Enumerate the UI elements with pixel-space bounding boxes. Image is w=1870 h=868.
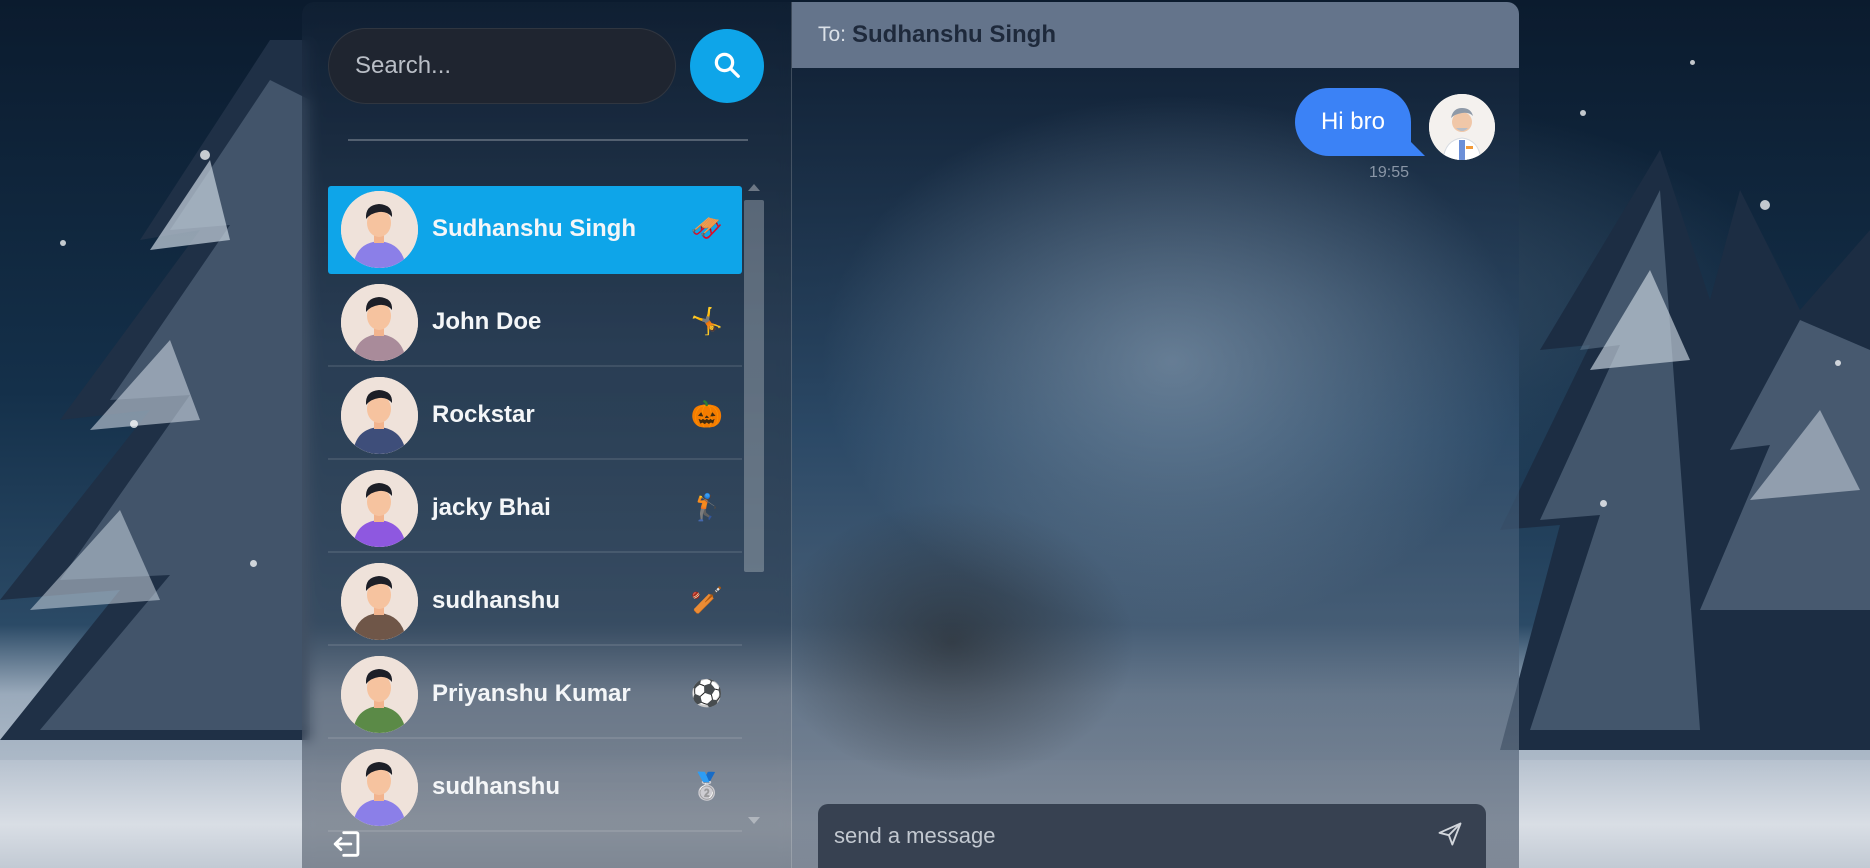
- contact-name: jacky Bhai: [432, 494, 551, 521]
- logout-icon: [331, 827, 365, 866]
- avatar: [341, 748, 418, 826]
- contact-list: Sudhanshu Singh 🛷 John Doe 🤸 Rockstar 🎃 jacky …: [328, 186, 742, 837]
- pine-tree-left: [0, 40, 310, 780]
- status-emoji-icon: 🎃: [690, 400, 724, 430]
- search-input[interactable]: [328, 28, 676, 104]
- contact-item[interactable]: sudhanshu 🥈: [328, 744, 742, 832]
- pine-tree-right: [1500, 150, 1870, 770]
- search-icon: [712, 50, 742, 83]
- chat-pane: To: Sudhanshu Singh Hi bro 19:55: [792, 2, 1519, 868]
- divider: [348, 139, 748, 141]
- avatar: [341, 376, 418, 454]
- contact-item[interactable]: Priyanshu Kumar ⚽: [328, 651, 742, 739]
- search-button[interactable]: [690, 29, 764, 103]
- chat-header: To: Sudhanshu Singh: [792, 2, 1519, 68]
- snowflake: [250, 560, 257, 567]
- logout-button[interactable]: [330, 828, 366, 864]
- contact-item[interactable]: Rockstar 🎃: [328, 372, 742, 460]
- send-icon: [1436, 820, 1464, 853]
- avatar: [341, 283, 418, 361]
- message: Hi bro 19:55: [1294, 88, 1426, 182]
- contact-item[interactable]: John Doe 🤸: [328, 279, 742, 367]
- snowflake: [1600, 500, 1607, 507]
- search-bar: [328, 28, 764, 104]
- contact-name: Rockstar: [432, 401, 535, 428]
- status-emoji-icon: 🏌: [690, 493, 724, 523]
- recipient-name: Sudhanshu Singh: [852, 21, 1057, 48]
- status-emoji-icon: 🛷: [690, 214, 724, 244]
- avatar: [341, 562, 418, 640]
- send-button[interactable]: [1430, 816, 1470, 856]
- contact-list-scrollbar[interactable]: [742, 184, 764, 824]
- to-label: To:: [818, 23, 847, 46]
- chat-app-window: Sudhanshu Singh 🛷 John Doe 🤸 Rockstar 🎃 jacky …: [302, 2, 1519, 868]
- contact-name: Sudhanshu Singh: [432, 215, 636, 242]
- scroll-up-arrow[interactable]: [748, 184, 760, 191]
- snowflake: [200, 150, 210, 160]
- avatar: [341, 469, 418, 547]
- message-input[interactable]: [834, 823, 1430, 849]
- status-emoji-icon: 🏏: [690, 586, 724, 616]
- snowflake: [60, 240, 66, 246]
- scroll-thumb[interactable]: [744, 200, 764, 572]
- avatar: [341, 190, 418, 268]
- message-row: Hi bro 19:55: [1294, 88, 1495, 182]
- status-emoji-icon: ⚽: [690, 679, 724, 709]
- scroll-down-arrow[interactable]: [748, 817, 760, 824]
- contact-item[interactable]: jacky Bhai 🏌: [328, 465, 742, 553]
- contact-name: sudhanshu: [432, 587, 561, 614]
- contact-item[interactable]: Sudhanshu Singh 🛷: [328, 186, 742, 274]
- message-composer: [818, 804, 1486, 868]
- snowflake: [1760, 200, 1770, 210]
- contact-name: sudhanshu: [432, 773, 561, 800]
- contact-name: John Doe: [432, 308, 542, 335]
- snowflake: [1835, 360, 1841, 366]
- avatar: [341, 655, 418, 733]
- message-timestamp: 19:55: [1368, 164, 1409, 181]
- snowflake: [130, 420, 138, 428]
- status-emoji-icon: 🥈: [690, 772, 724, 802]
- avatar: [1429, 94, 1495, 160]
- contact-name: Priyanshu Kumar: [432, 680, 631, 707]
- contact-item[interactable]: sudhanshu 🏏: [328, 558, 742, 646]
- snowflake: [1690, 60, 1695, 65]
- message-bubble: Hi bro: [1294, 88, 1426, 156]
- status-emoji-icon: 🤸: [690, 307, 724, 337]
- sidebar: Sudhanshu Singh 🛷 John Doe 🤸 Rockstar 🎃 jacky …: [302, 2, 792, 868]
- snowflake: [1580, 110, 1586, 116]
